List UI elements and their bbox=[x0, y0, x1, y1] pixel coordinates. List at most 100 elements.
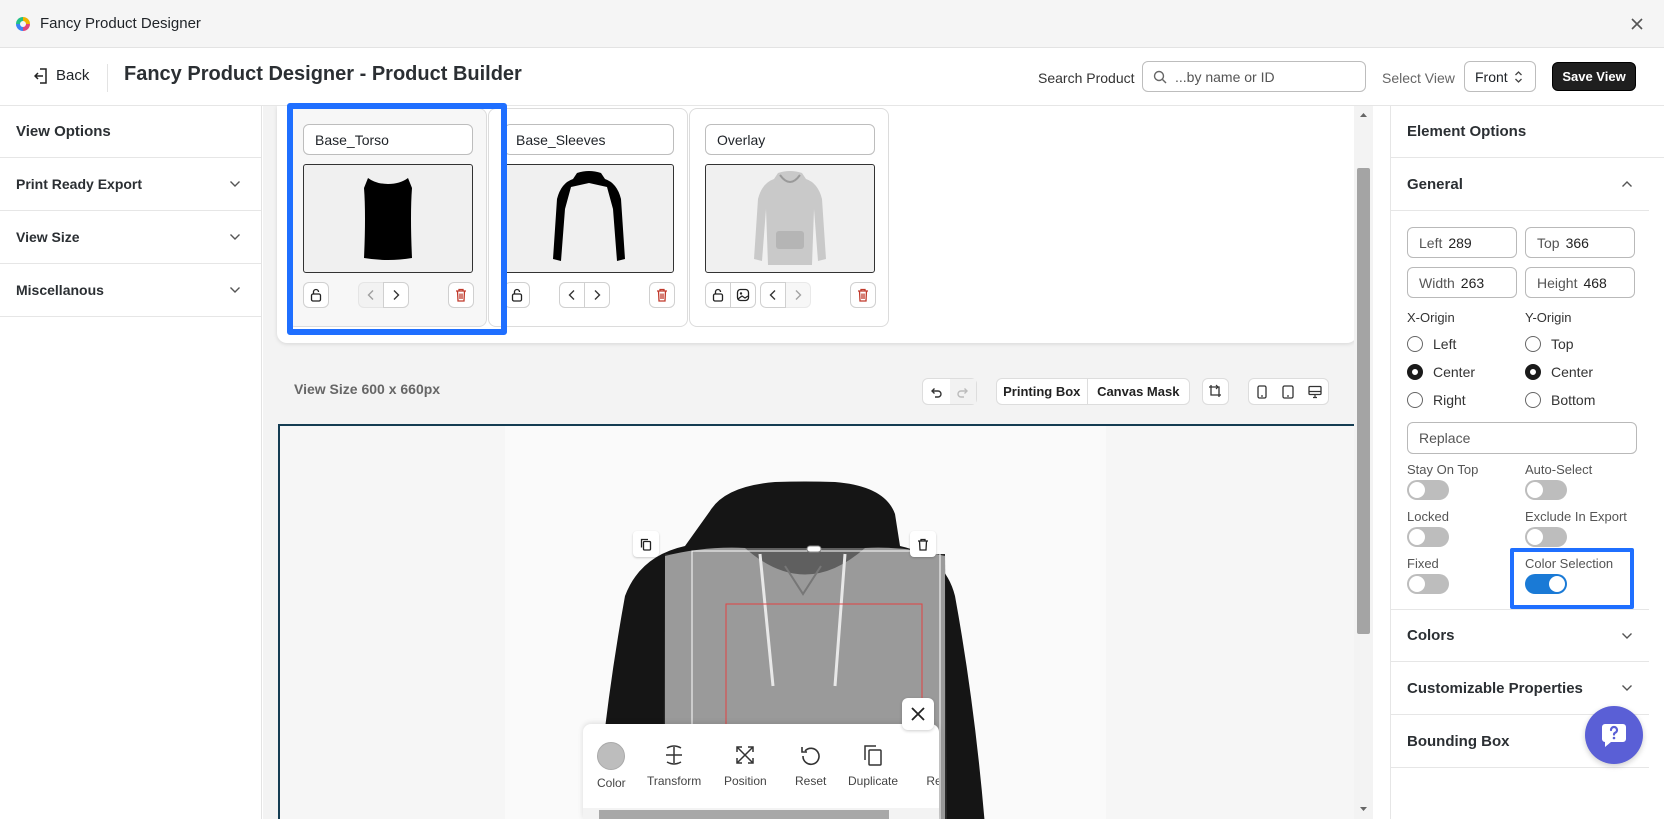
locked-toggle[interactable] bbox=[1407, 527, 1449, 547]
delete-layer-button[interactable] bbox=[850, 282, 876, 308]
toolbar-color-button[interactable]: Color bbox=[597, 742, 626, 790]
toolbar-item-label: Transform bbox=[647, 774, 702, 788]
toolbar-close-button[interactable] bbox=[902, 698, 934, 730]
center-scrollbar-thumb[interactable] bbox=[1357, 168, 1370, 634]
sidebar-item-view-size[interactable]: View Size bbox=[0, 211, 261, 264]
left-input[interactable]: Left 289 bbox=[1407, 227, 1517, 258]
chevron-up-icon bbox=[1621, 180, 1633, 188]
sidebar-item-print-ready-export[interactable]: Print Ready Export bbox=[0, 158, 261, 211]
toolbar-transform-button[interactable]: Transform bbox=[647, 742, 701, 788]
redo-button[interactable] bbox=[949, 379, 976, 404]
search-product-input[interactable] bbox=[1175, 68, 1345, 85]
phone-preview-button[interactable] bbox=[1249, 379, 1275, 404]
top-input-value: 366 bbox=[1565, 234, 1589, 251]
auto-select-toggle[interactable] bbox=[1525, 480, 1567, 500]
toolbar-duplicate-button[interactable]: Duplicate bbox=[848, 742, 898, 788]
left-input-label: Left bbox=[1419, 234, 1443, 251]
toolbar-scrollbar[interactable] bbox=[583, 808, 939, 819]
x-origin-center-radio[interactable]: Center bbox=[1407, 364, 1475, 380]
fixed-label: Fixed bbox=[1407, 556, 1439, 571]
chevron-down-icon bbox=[229, 180, 241, 188]
redo-icon bbox=[956, 385, 970, 399]
layer-card-base-sleeves[interactable]: Base_Sleeves bbox=[488, 108, 688, 327]
sidebar-item-miscellanous[interactable]: Miscellanous bbox=[0, 264, 261, 317]
scroll-down-icon[interactable] bbox=[1359, 806, 1368, 812]
close-icon[interactable] bbox=[1628, 15, 1646, 33]
layer-name-input[interactable]: Overlay bbox=[705, 124, 875, 155]
canvas-mask-button[interactable]: Canvas Mask bbox=[1088, 379, 1189, 404]
image-icon bbox=[736, 288, 750, 302]
radio-label: Left bbox=[1433, 336, 1457, 352]
layer-card-overlay[interactable]: Overlay bbox=[689, 108, 889, 327]
toolbar-position-button[interactable]: Position bbox=[724, 742, 767, 788]
save-view-button[interactable]: Save View bbox=[1552, 62, 1636, 91]
stay-on-top-toggle[interactable] bbox=[1407, 480, 1449, 500]
back-button[interactable]: Back bbox=[34, 67, 89, 84]
left-input-value: 289 bbox=[1448, 234, 1472, 251]
toolbar-reset-button[interactable]: Reset bbox=[795, 742, 826, 788]
x-origin-right-radio[interactable]: Right bbox=[1407, 392, 1466, 408]
search-product-field[interactable] bbox=[1142, 61, 1366, 92]
chevron-down-icon bbox=[1621, 632, 1633, 640]
bounding-box-section-title: Bounding Box bbox=[1407, 732, 1510, 750]
image-layer-button[interactable] bbox=[730, 282, 756, 308]
fixed-toggle[interactable] bbox=[1407, 574, 1449, 594]
view-options-sidebar: View Options Print Ready Export View Siz… bbox=[0, 106, 262, 819]
y-origin-center-radio[interactable]: Center bbox=[1525, 364, 1593, 380]
top-input[interactable]: Top 366 bbox=[1525, 227, 1635, 258]
tablet-preview-button[interactable] bbox=[1275, 379, 1301, 404]
customizable-properties-section-title: Customizable Properties bbox=[1407, 679, 1583, 697]
replace-field[interactable]: Replace bbox=[1407, 422, 1637, 454]
general-section-header[interactable]: General bbox=[1391, 158, 1649, 211]
copy-element-handle[interactable] bbox=[633, 531, 659, 557]
lock-button[interactable] bbox=[705, 282, 731, 308]
scroll-up-icon[interactable] bbox=[1359, 112, 1368, 118]
help-chat-icon bbox=[1599, 720, 1629, 750]
width-input[interactable]: Width 263 bbox=[1407, 267, 1517, 298]
undo-button[interactable] bbox=[923, 379, 950, 404]
select-view-dropdown[interactable]: Front bbox=[1464, 61, 1536, 92]
box-mask-controls: Printing Box Canvas Mask bbox=[996, 378, 1190, 405]
lock-button[interactable] bbox=[504, 282, 530, 308]
select-view-value: Front bbox=[1475, 68, 1508, 85]
crop-icon bbox=[1203, 379, 1228, 404]
move-right-button[interactable] bbox=[584, 282, 610, 308]
top-input-label: Top bbox=[1537, 234, 1560, 251]
delete-layer-button[interactable] bbox=[649, 282, 675, 308]
move-left-button[interactable] bbox=[559, 282, 585, 308]
toolbar-remove-button[interactable]: Re bbox=[921, 742, 939, 788]
exclude-in-export-toggle[interactable] bbox=[1525, 527, 1567, 547]
layer-thumbnail[interactable] bbox=[504, 164, 674, 273]
height-input[interactable]: Height 468 bbox=[1525, 267, 1635, 298]
colors-section-header[interactable]: Colors bbox=[1391, 609, 1649, 662]
copy-icon bbox=[640, 538, 652, 551]
toolbar-item-label: Re bbox=[926, 774, 939, 788]
x-origin-label: X-Origin bbox=[1407, 310, 1455, 325]
desktop-preview-button[interactable] bbox=[1302, 379, 1328, 404]
help-button[interactable] bbox=[1585, 706, 1643, 764]
page-title: Fancy Product Designer - Product Builder bbox=[124, 63, 522, 85]
layer-thumbnail[interactable] bbox=[705, 164, 875, 273]
toolbar-item-label: Duplicate bbox=[848, 774, 899, 788]
delete-element-handle[interactable] bbox=[910, 531, 936, 557]
element-options-title: Element Options bbox=[1391, 106, 1664, 158]
y-origin-bottom-radio[interactable]: Bottom bbox=[1525, 392, 1595, 408]
toolbar-item-label: Reset bbox=[795, 774, 827, 788]
move-left-button[interactable] bbox=[760, 282, 786, 308]
width-input-value: 263 bbox=[1460, 274, 1485, 291]
radio-label: Right bbox=[1433, 392, 1466, 408]
remove-icon bbox=[921, 742, 939, 768]
y-origin-top-radio[interactable]: Top bbox=[1525, 336, 1574, 352]
header-divider bbox=[107, 64, 108, 92]
position-icon bbox=[732, 742, 758, 768]
printing-box-button[interactable]: Printing Box bbox=[997, 379, 1088, 404]
x-origin-left-radio[interactable]: Left bbox=[1407, 336, 1456, 352]
move-right-button[interactable] bbox=[785, 282, 811, 308]
layer-name-input[interactable]: Base_Sleeves bbox=[504, 124, 674, 155]
colors-section-title: Colors bbox=[1407, 627, 1455, 644]
crop-button[interactable] bbox=[1202, 378, 1229, 405]
radio-circle bbox=[1525, 336, 1541, 352]
search-icon bbox=[1153, 70, 1167, 84]
toolbar-scrollbar-thumb[interactable] bbox=[599, 810, 889, 819]
chevron-left-icon bbox=[568, 289, 576, 301]
